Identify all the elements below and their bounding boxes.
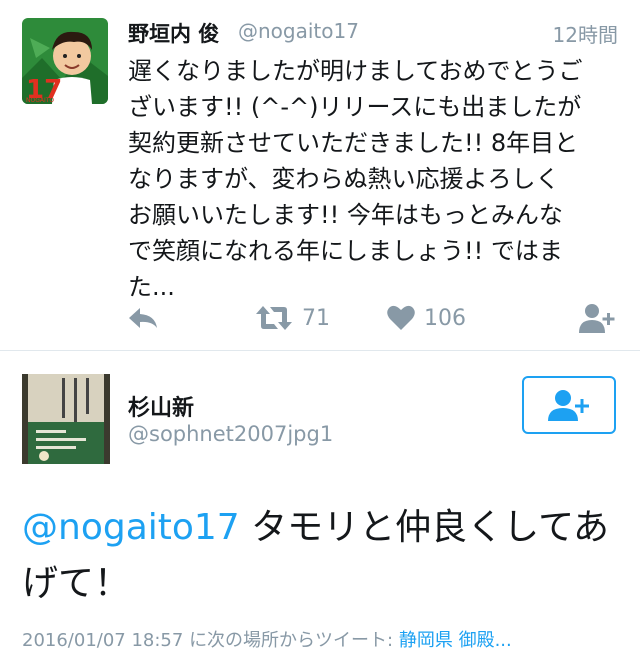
tweet-text-line: ざいます!! (^-^)リリースにも出ましたが — [128, 93, 582, 121]
tweet-text: 遅くなりましたが明けましておめでとうご ざいます!! (^-^)リリースにも出ま… — [128, 53, 620, 305]
tweet-time: 12時間 — [552, 23, 618, 47]
like-count: 106 — [424, 305, 466, 331]
author-name[interactable]: 杉山新 — [128, 390, 194, 422]
tweet-divider — [0, 350, 640, 351]
like-button[interactable]: 106 — [386, 296, 466, 340]
follow-user-icon — [579, 304, 615, 333]
author-name[interactable]: 野垣内 俊 — [128, 18, 219, 48]
tweet-text-line: なりますが、変わらぬ熱い応援よろしく — [128, 165, 560, 193]
retweet-icon — [256, 306, 292, 330]
follow-button[interactable] — [522, 376, 616, 434]
follow-button[interactable] — [578, 296, 618, 340]
heart-icon — [387, 305, 415, 330]
tweet-1[interactable]: 17 NOGAITO 野垣内 俊 @nogaito17 12時間 遅くなりました… — [0, 0, 640, 350]
twitter-screen: 17 NOGAITO 野垣内 俊 @nogaito17 12時間 遅くなりました… — [0, 0, 640, 666]
follow-user-icon — [548, 390, 589, 421]
tweet-text-fragment: タモリと仲良くしてあ — [239, 507, 610, 548]
retweet-button[interactable]: 71 — [254, 296, 330, 340]
reply-icon — [129, 308, 157, 328]
tweet-text: @nogaito17 タモリと仲良くしてあ げて！ — [22, 500, 622, 612]
retweet-count: 71 — [302, 305, 330, 331]
tweet-text-line: お願いいたします!! 今年はもっとみんな — [128, 201, 563, 229]
tweet-text-line: で笑顔になれる年にしましょう!! ではま — [128, 237, 563, 265]
tweet-meta: 2016/01/07 18:57 に次の場所からツイート: 静岡県 御殿... — [22, 626, 622, 652]
tweet-text-line: 遅くなりましたが明けましておめでとうご — [128, 57, 583, 85]
tweet-text-line: @nogaito17 タモリと仲良くしてあ — [22, 500, 622, 556]
author-handle[interactable]: @sophnet2007jpg1 — [128, 422, 333, 446]
tweet-actions: 71 106 — [0, 296, 640, 340]
mention-link[interactable]: @nogaito17 — [22, 507, 240, 548]
avatar[interactable] — [22, 374, 110, 464]
tweet-text-line: 契約更新させていただきました!! 8年目と — [128, 129, 579, 157]
tweet-timestamp: 2016/01/07 18:57 に次の場所からツイート: — [22, 630, 399, 651]
location-link[interactable]: 静岡県 御殿... — [399, 630, 512, 651]
avatar-logo-text: NOGAITO — [26, 97, 54, 104]
reply-button[interactable] — [126, 296, 160, 340]
avatar[interactable]: 17 NOGAITO — [22, 18, 108, 104]
tweet-text-line: げて！ — [22, 563, 131, 604]
author-handle[interactable]: @nogaito17 — [238, 19, 359, 43]
